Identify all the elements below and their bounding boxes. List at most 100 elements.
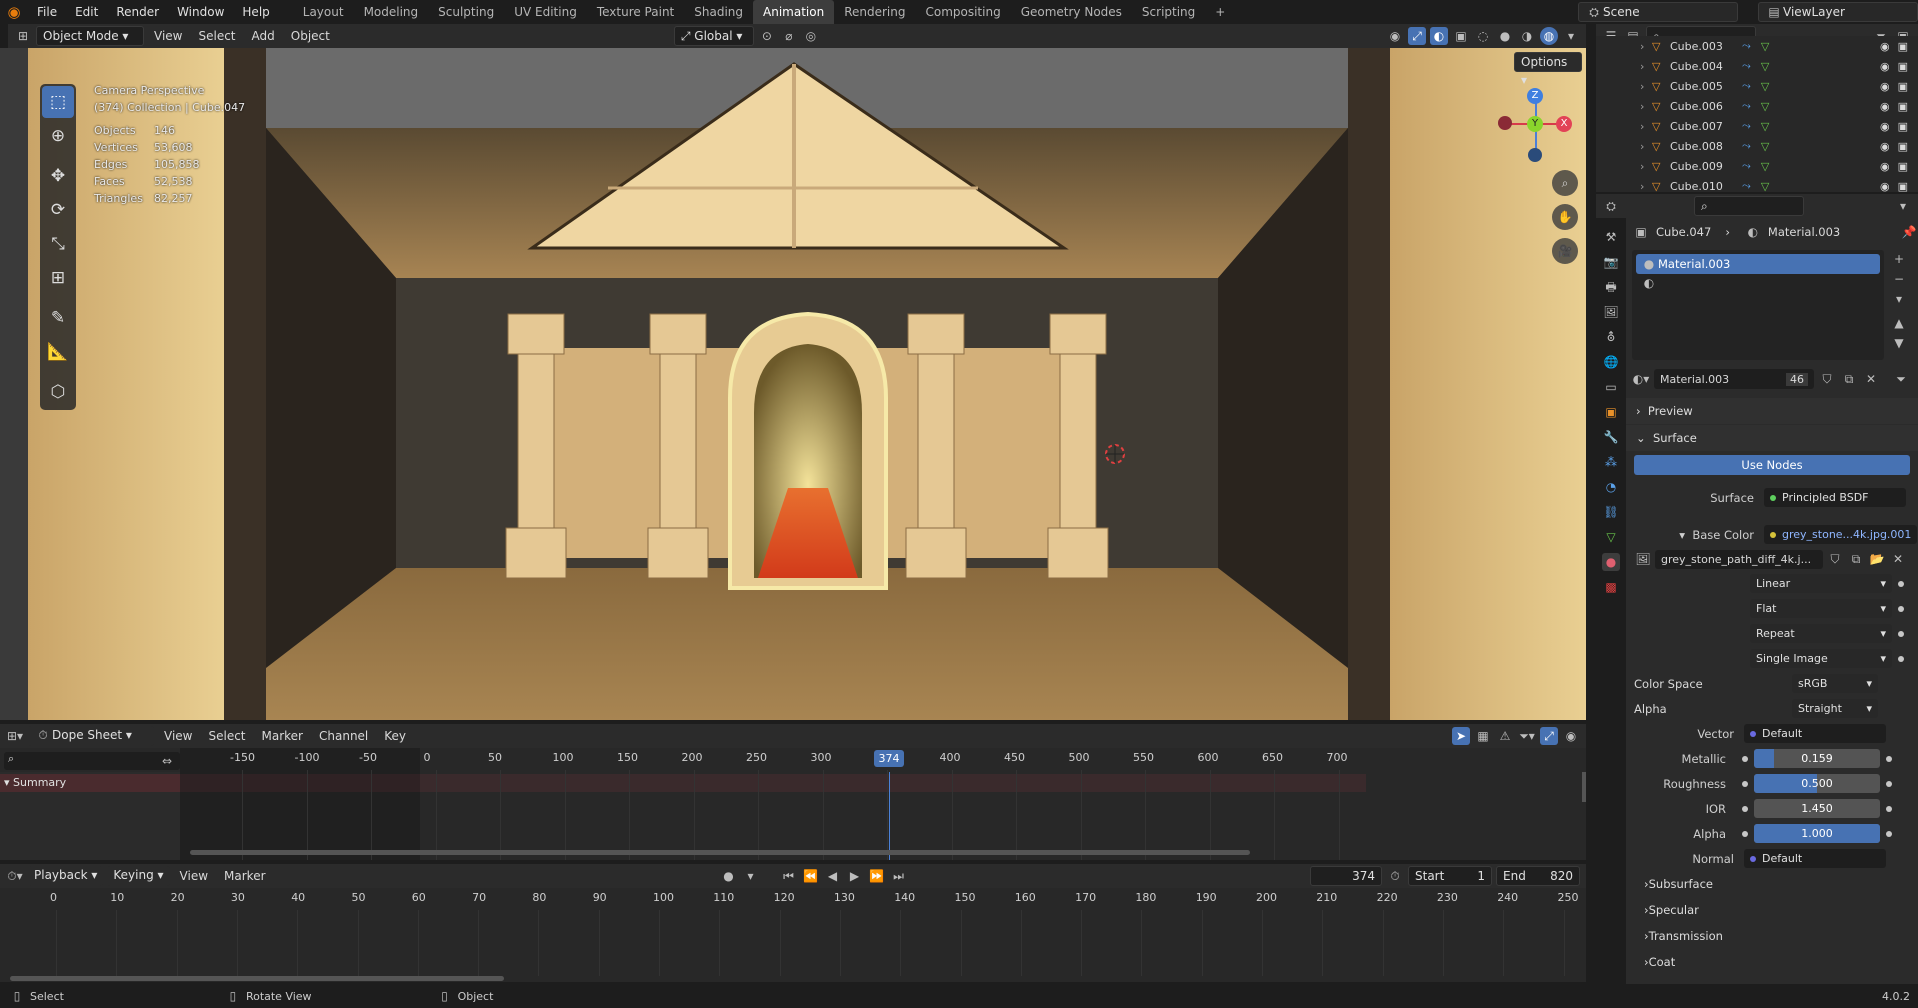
gizmo-z-axis[interactable]: Z: [1527, 88, 1543, 104]
keyframe-dot-icon[interactable]: [1886, 755, 1892, 762]
view-menu[interactable]: View: [148, 29, 188, 43]
prev-keyframe-icon[interactable]: ⏪: [802, 867, 820, 885]
start-frame-field[interactable]: Start 1: [1408, 866, 1492, 886]
ds-snap-icon[interactable]: ⤢: [1540, 727, 1558, 745]
snap-icon[interactable]: ⌀: [780, 27, 798, 45]
ds-frame-ruler[interactable]: -150-100-5005010015020025030035040045050…: [180, 748, 1366, 860]
move-tool-icon[interactable]: ✥: [42, 160, 74, 192]
material-tab-icon[interactable]: ●: [1602, 553, 1620, 571]
dopesheet-mode-dropdown[interactable]: ⏱ Dope Sheet ▾: [28, 726, 154, 746]
outliner-row[interactable]: › ▽ Cube.008 ⤳ ▽ ◉ ▣: [1596, 136, 1918, 156]
image-option-dropdown[interactable]: Repeat ▾: [1750, 624, 1892, 643]
subsection-transmission[interactable]: › Transmission: [1626, 923, 1918, 949]
object-tab-icon[interactable]: ▣: [1602, 403, 1620, 421]
tl-view-menu[interactable]: View: [174, 869, 214, 883]
outliner-row[interactable]: › ▽ Cube.003 ⤳ ▽ ◉ ▣: [1596, 36, 1918, 56]
tab-modeling[interactable]: Modeling: [354, 0, 429, 24]
view-layer-selector[interactable]: ▤ ViewLayer: [1758, 2, 1918, 22]
image-fake-user-icon[interactable]: ⛉: [1826, 550, 1844, 568]
camera-view-icon[interactable]: 🎥: [1552, 238, 1578, 264]
material-empty-slot[interactable]: ◐: [1636, 274, 1880, 294]
tab-scripting[interactable]: Scripting: [1132, 0, 1205, 24]
menu-edit[interactable]: Edit: [66, 0, 107, 24]
keyframe-dot-icon[interactable]: [1898, 655, 1904, 662]
tab-geometry-nodes[interactable]: Geometry Nodes: [1011, 0, 1132, 24]
data-tab-icon[interactable]: ▽: [1602, 528, 1620, 546]
remove-slot-icon[interactable]: −: [1890, 270, 1908, 288]
outliner-row[interactable]: › ▽ Cube.006 ⤳ ▽ ◉ ▣: [1596, 96, 1918, 116]
timeline-editor-icon[interactable]: ⏱▾: [6, 867, 24, 885]
image-browse-icon[interactable]: 🖼: [1634, 550, 1652, 568]
add-menu[interactable]: Add: [246, 29, 281, 43]
expand-arrow-icon[interactable]: ›: [1640, 80, 1644, 93]
keyframe-dot-icon[interactable]: [1898, 605, 1904, 612]
alpha-slider[interactable]: 1.000: [1754, 824, 1880, 843]
wireframe-shading-icon[interactable]: ◌: [1474, 27, 1492, 45]
eye-icon[interactable]: ◉: [1880, 60, 1890, 73]
blender-logo-icon[interactable]: ◉: [0, 0, 28, 24]
subsection-coat[interactable]: › Coat: [1626, 949, 1918, 975]
solid-shading-icon[interactable]: ●: [1496, 27, 1514, 45]
expand-arrow-icon[interactable]: ›: [1640, 140, 1644, 153]
subsection-specular[interactable]: › Specular: [1626, 897, 1918, 923]
normal-field[interactable]: Default: [1744, 849, 1886, 868]
ds-vscroll[interactable]: [1582, 772, 1586, 802]
ds-swap-icon[interactable]: ⇔: [158, 752, 176, 770]
eye-icon[interactable]: ◉: [1880, 140, 1890, 153]
properties-editor-icon[interactable]: ⛭: [1602, 197, 1620, 215]
material-slot-item[interactable]: ● Material.003: [1636, 254, 1880, 274]
material-name-field[interactable]: Material.003 46: [1654, 369, 1814, 389]
pan-hand-icon[interactable]: ✋: [1552, 204, 1578, 230]
ds-key-menu[interactable]: Key: [378, 729, 412, 743]
expand-arrow-icon[interactable]: ›: [1640, 60, 1644, 73]
user-count[interactable]: 46: [1786, 372, 1808, 386]
render-visibility-icon[interactable]: ▣: [1898, 120, 1908, 133]
scene-selector[interactable]: ⛭ Scene: [1578, 2, 1738, 22]
preview-panel[interactable]: › Preview: [1626, 398, 1918, 424]
dopesheet-editor-icon[interactable]: ⊞▾: [6, 727, 24, 745]
render-tab-icon[interactable]: 📷: [1602, 253, 1620, 271]
summary-channel[interactable]: ▾ Summary: [0, 774, 180, 792]
add-cube-tool-icon[interactable]: ⬡: [42, 376, 74, 408]
color-space-dropdown[interactable]: sRGB ▾: [1792, 674, 1878, 693]
keying-menu[interactable]: Keying ▾: [107, 866, 170, 886]
preview-range-icon[interactable]: ⏱: [1386, 867, 1404, 885]
overlay-toggle-icon[interactable]: ◐: [1430, 27, 1448, 45]
timeline-body[interactable]: 0 10 20 30 40 50 60 70 80 90 100 110 120 130 140 150 160…: [0, 888, 1586, 982]
outliner-row[interactable]: › ▽ Cube.009 ⤳ ▽ ◉ ▣: [1596, 156, 1918, 176]
select-box-tool-icon[interactable]: ⬚: [42, 86, 74, 118]
menu-file[interactable]: File: [28, 0, 66, 24]
tl-frame-ruler[interactable]: 0 10 20 30 40 50 60 70 80 90 100 110 120 130 140 150 160…: [0, 888, 1586, 976]
gizmo-toggle-icon[interactable]: ⤢: [1408, 27, 1426, 45]
end-frame-field[interactable]: End 820: [1496, 866, 1580, 886]
keyframe-dot-icon[interactable]: [1886, 805, 1892, 812]
ds-scrollbar[interactable]: [190, 850, 1250, 855]
keyframe-dot-icon[interactable]: [1898, 580, 1904, 587]
particles-tab-icon[interactable]: ⁂: [1602, 453, 1620, 471]
roughness-slider[interactable]: 0.500: [1754, 774, 1880, 793]
select-menu[interactable]: Select: [192, 29, 241, 43]
eye-icon[interactable]: ◉: [1880, 80, 1890, 93]
tab-animation[interactable]: Animation: [753, 0, 835, 24]
show-hidden-icon[interactable]: ▦: [1474, 727, 1492, 745]
tab-sculpting[interactable]: Sculpting: [428, 0, 504, 24]
playback-menu[interactable]: Playback ▾: [28, 866, 104, 886]
outliner-row[interactable]: › ▽ Cube.004 ⤳ ▽ ◉ ▣: [1596, 56, 1918, 76]
menu-window[interactable]: Window: [168, 0, 233, 24]
add-slot-icon[interactable]: +: [1890, 250, 1908, 268]
ds-marker-menu[interactable]: Marker: [256, 729, 309, 743]
use-nodes-button[interactable]: Use Nodes: [1634, 455, 1910, 475]
render-visibility-icon[interactable]: ▣: [1898, 100, 1908, 113]
ds-current-frame[interactable]: 374: [874, 750, 904, 767]
expand-arrow-icon[interactable]: ›: [1640, 120, 1644, 133]
eye-icon[interactable]: ◉: [1880, 180, 1890, 193]
jump-start-icon[interactable]: ⏮: [780, 867, 798, 885]
expand-arrow-icon[interactable]: ›: [1640, 100, 1644, 113]
menu-help[interactable]: Help: [233, 0, 278, 24]
options-dropdown[interactable]: Options ▾: [1514, 52, 1582, 87]
pivot-icon[interactable]: ⊙: [758, 27, 776, 45]
image-name-field[interactable]: grey_stone_path_diff_4k.j...: [1655, 549, 1823, 569]
gizmo-x-axis[interactable]: X: [1556, 116, 1572, 132]
view-layer-tab-icon[interactable]: 🖼: [1602, 303, 1620, 321]
collection-tab-icon[interactable]: ▭: [1602, 378, 1620, 396]
